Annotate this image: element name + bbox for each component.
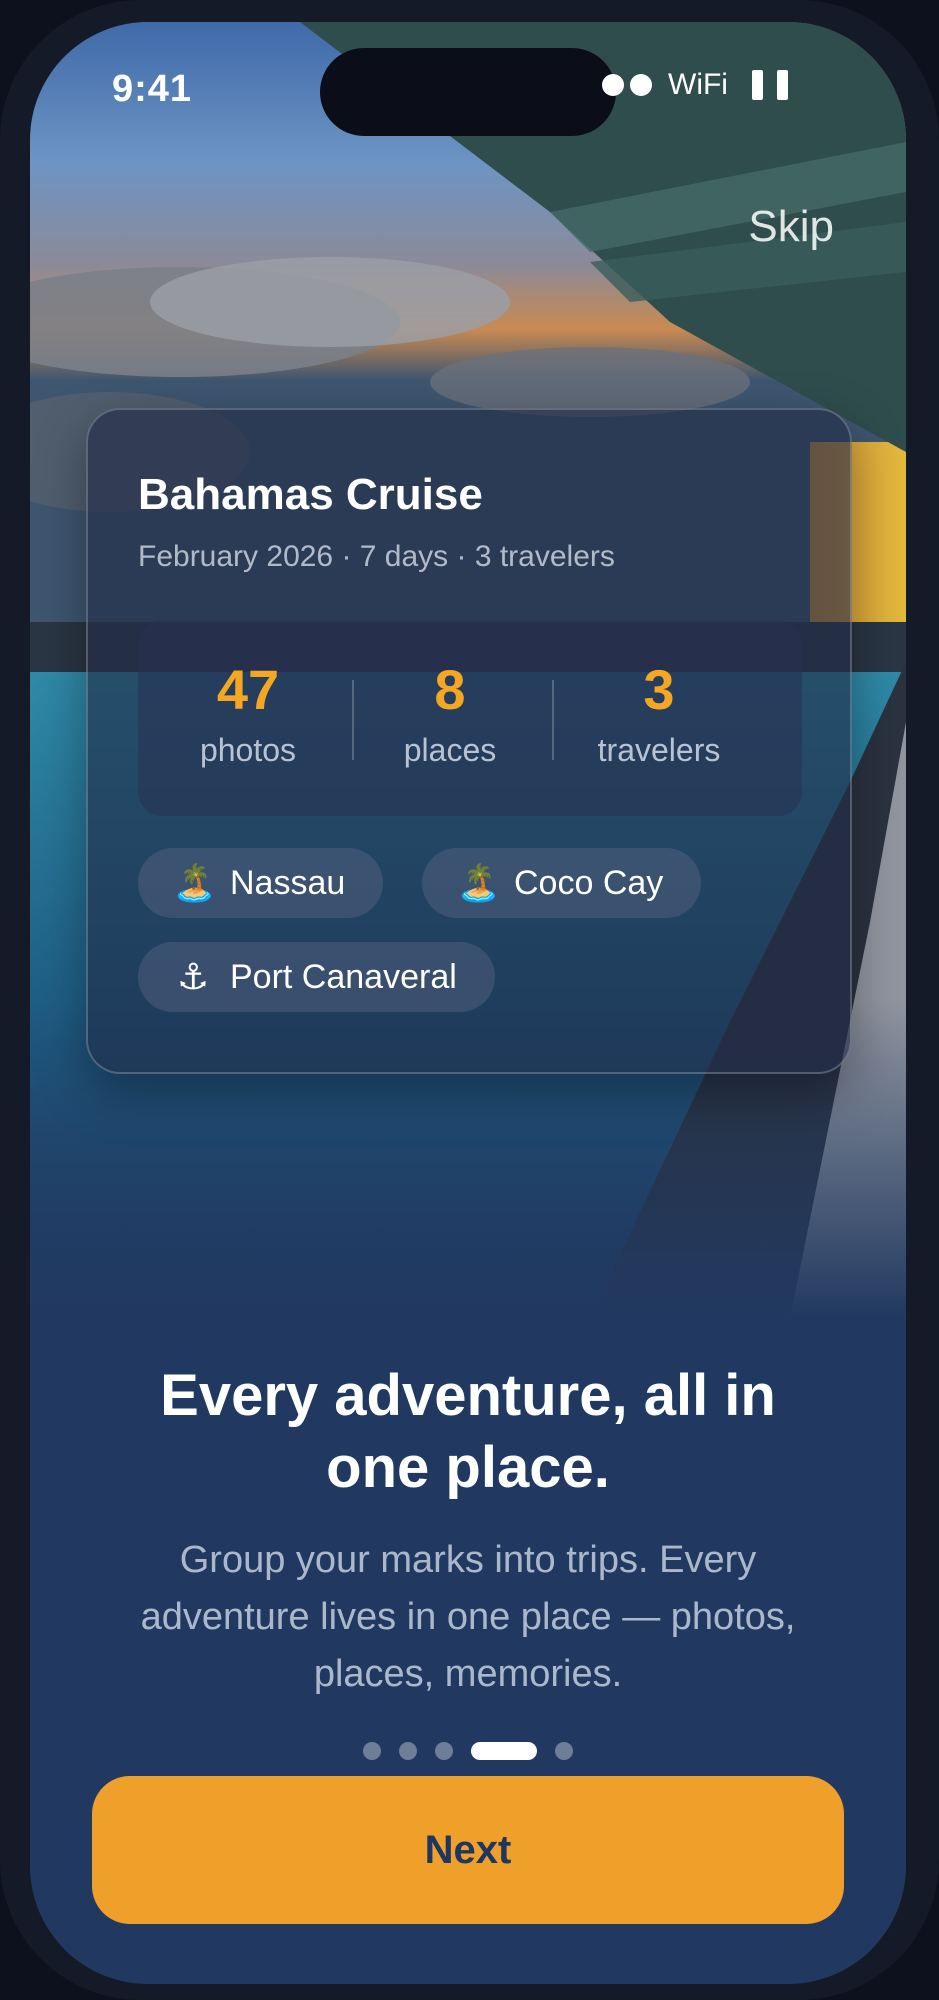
island-icon: 🏝️ [172, 862, 217, 903]
signal-dot-icon [630, 74, 652, 96]
stat-label: places [403, 732, 497, 768]
page-dot[interactable] [399, 1742, 417, 1760]
headline-line: one place. [326, 1435, 610, 1500]
next-button[interactable]: Next [92, 1776, 844, 1924]
place-chip-coco-cay[interactable]: 🏝️ Coco Cay [422, 848, 702, 918]
place-chip-label: Nassau [230, 863, 346, 902]
stat-divider [352, 680, 354, 760]
onboarding-body: Group your marks into trips. Every adven… [90, 1532, 846, 1703]
status-time: 9:41 [112, 68, 193, 110]
battery-bar-icon [776, 70, 788, 100]
skip-button[interactable]: Skip [748, 202, 834, 252]
stat-places: 8 places [355, 660, 545, 769]
page-indicator[interactable] [30, 1742, 906, 1760]
place-chip-port-canaveral[interactable]: ⚓ Port Canaveral [138, 942, 495, 1012]
page-dot[interactable] [555, 1742, 573, 1760]
island-icon: 🏝️ [456, 862, 501, 903]
body-line: Group your marks into trips. Every [179, 1539, 757, 1581]
stat-divider [552, 680, 554, 760]
page-dot-active[interactable] [471, 1742, 537, 1760]
page-dot[interactable] [435, 1742, 453, 1760]
wifi-label: WiFi [668, 68, 728, 101]
place-chip-nassau[interactable]: 🏝️ Nassau [138, 848, 384, 918]
stat-value: 8 [434, 658, 466, 721]
stat-value: 3 [643, 658, 675, 721]
signal-dot-icon [602, 74, 624, 96]
screen: 9:41 WiFi Skip Bahamas Cruise February 2… [30, 22, 906, 1984]
stat-label: photos [199, 732, 297, 768]
body-line: adventure lives in one place — photos, [140, 1596, 796, 1638]
onboarding-headline: Every adventure, all in one place. [30, 1360, 906, 1504]
trip-stats: 47 photos 8 places 3 travelers [138, 620, 802, 816]
trip-subtitle: February 2026 · 7 days · 3 travelers [138, 540, 615, 573]
dynamic-island [320, 48, 616, 136]
status-indicators: WiFi [602, 68, 788, 102]
place-chip-label: Coco Cay [514, 863, 664, 902]
anchor-icon: ⚓ [176, 956, 210, 997]
body-line: places, memories. [313, 1653, 623, 1695]
headline-line: Every adventure, all in [160, 1363, 776, 1428]
stat-value: 47 [216, 658, 280, 721]
trip-title: Bahamas Cruise [138, 470, 483, 519]
stat-photos: 47 photos [153, 660, 343, 769]
page-dot[interactable] [363, 1742, 381, 1760]
stat-travelers: 3 travelers [564, 660, 754, 769]
battery-bar-icon [751, 70, 763, 100]
phone-frame: 9:41 WiFi Skip Bahamas Cruise February 2… [0, 0, 939, 2000]
stat-label: travelers [597, 732, 721, 768]
trip-card: Bahamas Cruise February 2026 · 7 days · … [86, 408, 852, 1074]
place-chip-label: Port Canaveral [230, 957, 457, 996]
